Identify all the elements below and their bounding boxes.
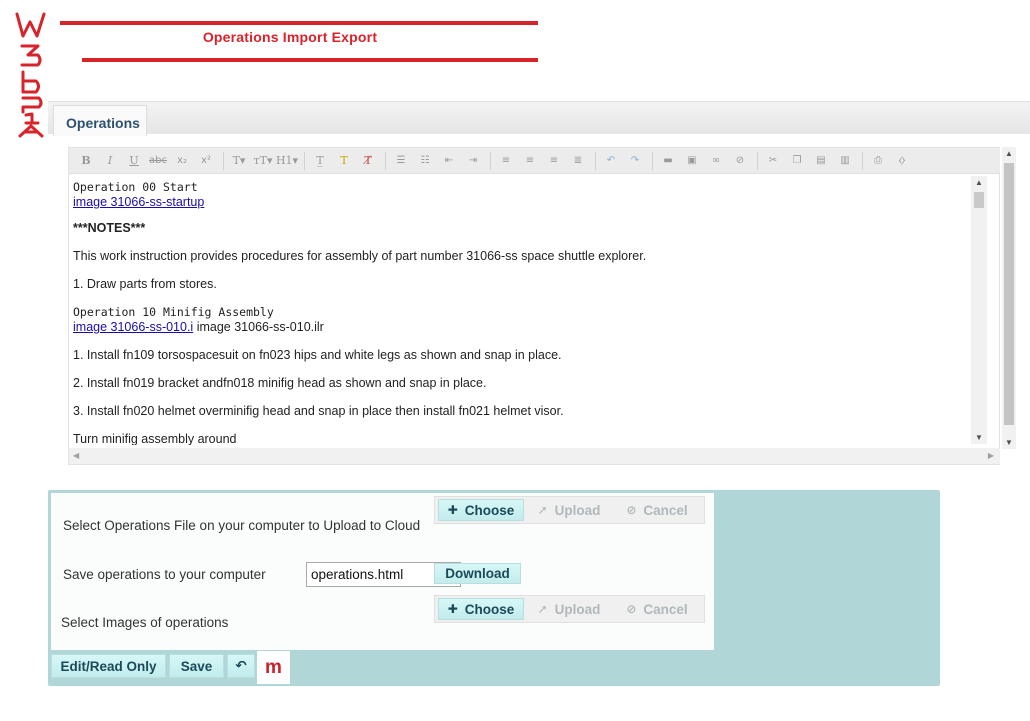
cancel-icon: ⊘ <box>626 602 637 616</box>
subscript-icon[interactable]: x₂ <box>171 151 193 171</box>
step-3: 3. Install fn020 helmet overminifig head… <box>73 404 564 418</box>
unlink-icon[interactable]: ⊘ <box>729 151 751 171</box>
op10-image-text: image 31066-ss-010.ilr <box>193 320 324 334</box>
outdent-icon[interactable]: ⇤ <box>438 151 460 171</box>
indent-icon[interactable]: ⇥ <box>462 151 484 171</box>
upload-arrow-icon: ➚ <box>537 602 548 616</box>
undo-button[interactable]: ↶ <box>227 654 255 678</box>
toolbar-divider <box>304 151 305 170</box>
step-1: 1. Install fn109 torsospacesuit on fn023… <box>73 348 562 362</box>
op10-image-link[interactable]: image 31066-ss-010.i <box>73 320 193 334</box>
cancel-images-button[interactable]: ⊘ Cancel <box>614 598 700 620</box>
upload-arrow-icon: ➚ <box>537 503 548 517</box>
import-export-panel: Select Operations File on your computer … <box>48 490 940 686</box>
scroll-up-icon[interactable]: ▲ <box>975 178 983 187</box>
images-label: Select Images of operations <box>61 615 229 630</box>
cancel-icon: ⊘ <box>626 503 637 517</box>
scroll-left-icon[interactable]: ◀ <box>73 451 79 460</box>
upload-images-button[interactable]: ➚ Upload <box>527 598 611 620</box>
toolbar-divider <box>385 151 386 170</box>
insert-image-icon[interactable]: ▣ <box>681 151 703 171</box>
bullet-list-icon[interactable]: ☰ <box>390 151 412 171</box>
paste-icon[interactable]: ▤ <box>810 151 832 171</box>
toolbar-divider <box>223 151 224 170</box>
horizontal-rule-icon[interactable]: ▬ <box>657 151 679 171</box>
align-left-icon[interactable]: ≡ <box>495 151 517 171</box>
step-2: 2. Install fn019 bracket andfn018 minifi… <box>73 376 487 390</box>
page-vertical-scrollbar[interactable]: ▲ ▼ <box>1002 147 1016 449</box>
upload-ops-button[interactable]: ➚ Upload <box>527 499 611 521</box>
font-size-icon[interactable]: тT▾ <box>252 151 274 171</box>
panel-form: Select Operations File on your computer … <box>51 493 714 650</box>
text-color-icon[interactable]: T <box>333 151 355 171</box>
scroll-down-icon[interactable]: ▼ <box>1005 438 1013 447</box>
scroll-down-icon[interactable]: ▼ <box>975 433 983 442</box>
editor-vertical-scrollbar[interactable]: ▲ ▼ <box>971 176 987 444</box>
strikethrough-icon[interactable]: abc <box>147 151 169 171</box>
save-ops-label: Save operations to your computer <box>63 567 266 582</box>
tab-strip: Operations <box>48 101 1030 136</box>
op10-title: Operation 10 Minifig Assembly <box>73 305 274 319</box>
plus-icon: ✚ <box>447 503 458 517</box>
redo-icon[interactable]: ↷ <box>624 151 646 171</box>
save-button[interactable]: Save <box>169 654 224 678</box>
intro-paragraph: This work instruction provides procedure… <box>73 249 647 263</box>
step-4: Turn minifig assembly around <box>73 432 237 445</box>
logo-icon <box>15 12 46 138</box>
edit-read-only-button[interactable]: Edit/Read Only <box>51 654 166 678</box>
op00-image-link[interactable]: image 31066-ss-startup <box>73 195 204 209</box>
align-center-icon[interactable]: ≡ <box>519 151 541 171</box>
scroll-up-icon[interactable]: ▲ <box>1005 149 1013 158</box>
plus-icon: ✚ <box>447 602 458 616</box>
header-rule-top <box>60 21 538 25</box>
header-rule-bottom <box>82 58 538 62</box>
underline-icon[interactable]: U <box>123 151 145 171</box>
remove-format-icon[interactable]: T̸ <box>357 151 379 171</box>
undo-icon[interactable]: ↶ <box>600 151 622 171</box>
italic-icon[interactable]: I <box>99 151 121 171</box>
upload-ops-label: Select Operations File on your computer … <box>63 518 421 533</box>
m-logo-button[interactable]: m <box>257 651 290 684</box>
superscript-icon[interactable]: x² <box>195 151 217 171</box>
justify-icon[interactable]: ≣ <box>567 151 589 171</box>
toolbar-divider <box>652 151 653 170</box>
choose-images-button[interactable]: ✚ Choose <box>438 598 524 620</box>
bold-icon[interactable]: B <box>75 151 97 171</box>
logo <box>14 10 48 140</box>
cut-icon[interactable]: ✂ <box>762 151 784 171</box>
toolbar-divider <box>490 151 491 170</box>
toolbar-divider <box>757 151 758 170</box>
images-upload-buttonbar: ✚ Choose ➚ Upload ⊘ Cancel <box>434 595 705 623</box>
print-icon[interactable]: ⎙ <box>867 151 889 171</box>
scroll-thumb[interactable] <box>974 192 984 208</box>
editor-content[interactable]: Operation 00 Start image 31066-ss-startu… <box>73 178 978 445</box>
editor-horizontal-scrollbar[interactable]: ◀ ▶ <box>69 448 1000 464</box>
editor-toolbar: B I U abc x₂ x² T▾ тT▾ H1▾ T̲ T T̸ ☰ ☷ ⇤… <box>69 148 1000 174</box>
numbered-list-icon[interactable]: ☷ <box>414 151 436 171</box>
notes-heading: ***NOTES*** <box>73 221 146 235</box>
source-icon[interactable]: ⧼⧽ <box>891 151 913 171</box>
step-draw-parts: 1. Draw parts from stores. <box>73 277 217 291</box>
ops-upload-buttonbar: ✚ Choose ➚ Upload ⊘ Cancel <box>434 496 705 524</box>
scroll-right-icon[interactable]: ▶ <box>988 451 994 460</box>
copy-icon[interactable]: ❐ <box>786 151 808 171</box>
heading-icon[interactable]: H1▾ <box>276 151 298 171</box>
paste-text-icon[interactable]: ▥ <box>834 151 856 171</box>
rich-text-editor: B I U abc x₂ x² T▾ тT▾ H1▾ T̲ T T̸ ☰ ☷ ⇤… <box>68 147 1000 465</box>
tab-operations[interactable]: Operations <box>53 105 147 136</box>
insert-link-icon[interactable]: ∞ <box>705 151 727 171</box>
scroll-thumb[interactable] <box>1004 163 1014 425</box>
choose-ops-button[interactable]: ✚ Choose <box>438 499 524 521</box>
toolbar-divider <box>595 151 596 170</box>
clear-format-icon[interactable]: T̲ <box>309 151 331 171</box>
cancel-ops-button[interactable]: ⊘ Cancel <box>614 499 700 521</box>
op00-title: Operation 00 Start <box>73 180 198 194</box>
align-right-icon[interactable]: ≡ <box>543 151 565 171</box>
toolbar-divider <box>862 151 863 170</box>
download-button[interactable]: Download <box>434 563 521 584</box>
page-title: Operations Import Export <box>202 29 378 45</box>
font-icon[interactable]: T▾ <box>228 151 250 171</box>
